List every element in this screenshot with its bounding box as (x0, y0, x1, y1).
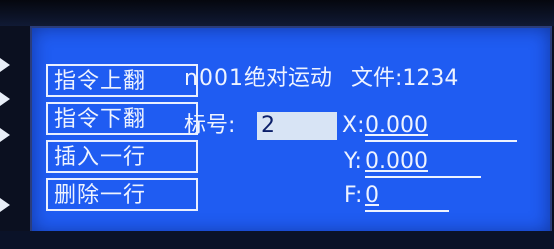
x-input[interactable]: 0.000 (365, 112, 517, 142)
y-label: Y: (344, 149, 362, 174)
mark-label: 标号: (184, 113, 236, 138)
instruction-header: n001绝对运动 文件:1234 (184, 65, 458, 93)
f-label: F: (344, 183, 363, 208)
softkey-3-arrow-icon[interactable] (0, 128, 10, 142)
file-number: 1234 (402, 66, 459, 91)
softkey-menu: 指令上翻 指令下翻 插入一行 删除一行 (46, 64, 198, 216)
lcd-screen: 指令上翻 指令下翻 插入一行 删除一行 n001绝对运动 文件:1234 标号:… (30, 26, 552, 235)
instruction-number: n001 (184, 66, 244, 91)
device-bezel-top (0, 0, 554, 26)
x-label: X: (342, 113, 365, 138)
f-value: 0 (365, 183, 379, 208)
softkey-4-arrow-icon[interactable] (0, 198, 10, 212)
f-input[interactable]: 0 (365, 182, 449, 212)
softkey-2-arrow-icon[interactable] (0, 92, 10, 106)
y-value: 0.000 (365, 149, 428, 174)
menu-insert-line[interactable]: 插入一行 (46, 140, 198, 173)
menu-instruction-page-down[interactable]: 指令下翻 (46, 102, 198, 135)
file-label: 文件: (350, 66, 403, 91)
x-value: 0.000 (365, 113, 428, 138)
softkey-1-arrow-icon[interactable] (0, 58, 10, 72)
device-bezel-bottom (0, 231, 554, 249)
menu-delete-line[interactable]: 删除一行 (46, 178, 198, 211)
menu-instruction-page-up[interactable]: 指令上翻 (46, 64, 198, 97)
instruction-name: 绝对运动 (243, 66, 332, 91)
mark-input[interactable]: 2 (257, 112, 337, 140)
y-input[interactable]: 0.000 (365, 148, 481, 178)
